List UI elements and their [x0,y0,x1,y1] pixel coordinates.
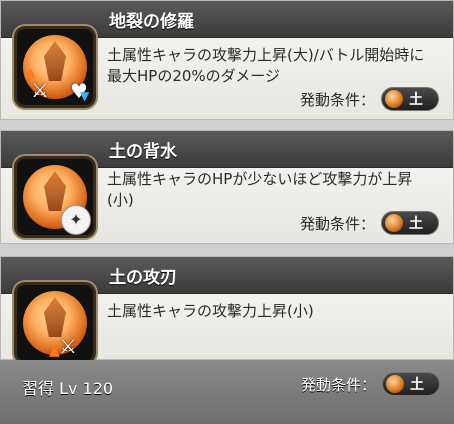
earth-element-icon [385,90,403,108]
up-arrow-icon: ▲ [49,343,60,359]
footer-activation-condition: 発動条件： 土 [301,372,440,396]
condition-label: 発動条件： [299,90,375,109]
activation-condition: 発動条件： 土 [300,87,439,111]
learn-level-text: 習得 Lv 120 [22,379,114,398]
earth-crystal-icon: ✦ [17,159,93,235]
earth-crystal-icon: ⚔ ▲ [17,285,93,361]
condition-label: 発動条件： [300,375,376,394]
skill-title: 地裂の修羅 [109,12,194,32]
skill-title: 土の攻刃 [109,268,177,288]
condition-label: 発動条件： [299,214,375,233]
element-pill: 土 [382,372,440,396]
skill-card-3: 土の攻刃 ⚔ ▲ 土属性キャラの攻撃力上昇(小) [0,256,454,361]
up-arrow-icon: ▲ [25,65,36,81]
element-label: 土 [410,377,424,393]
skill-description: 土属性キャラの攻撃力上昇(大)/バトル開始時に最大HPの20%のダメージ [107,46,425,85]
claw-icon: ✦ [61,205,91,235]
element-pill: 土 [381,87,439,111]
skill-card-2: 土の背水 ✦ 土属性キャラのHPが少ないほど攻撃力が上昇(小) 発動条件： 土 [0,130,454,244]
earth-crystal-icon: ⚔ ▲ ♥ ▼ [17,29,93,105]
skill-description: 土属性キャラのHPが少ないほど攻撃力が上昇(小) [107,170,413,209]
activation-condition: 発動条件： 土 [300,211,439,235]
earth-element-icon [386,375,404,393]
earth-element-icon [385,214,403,232]
element-label: 土 [409,216,423,232]
element-pill: 土 [381,211,439,235]
down-arrow-icon: ▼ [80,89,90,103]
element-label: 土 [409,92,423,108]
skill-card-1: 地裂の修羅 ⚔ ▲ ♥ ▼ 土属性キャラの攻撃力上昇(大)/バトル開始時に最大H… [0,0,454,120]
skill-description: 土属性キャラの攻撃力上昇(小) [107,302,314,320]
skill-title: 土の背水 [109,142,177,162]
